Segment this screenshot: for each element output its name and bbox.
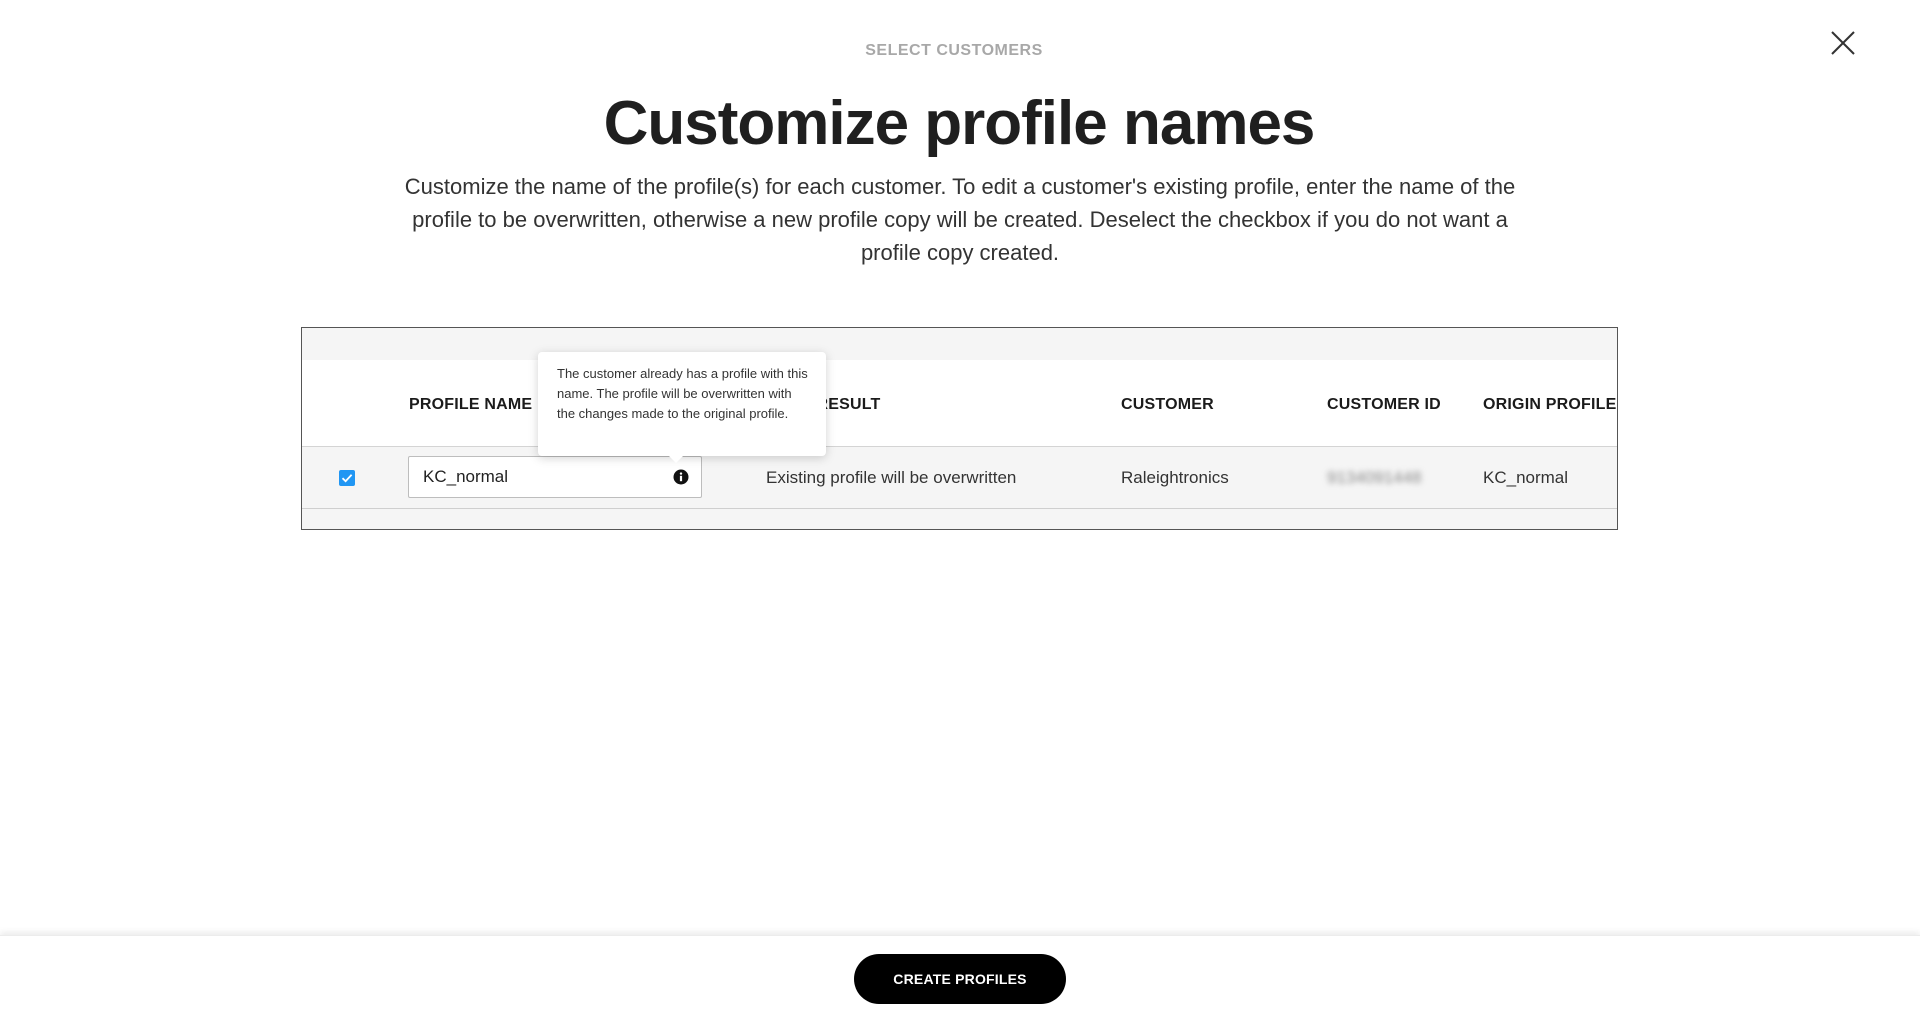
customer-id-cell: 9134091448 — [1327, 468, 1422, 487]
column-header-customer: CUSTOMER — [1121, 396, 1214, 413]
page-title: Customize profile names — [603, 89, 1316, 158]
create-profiles-button[interactable]: CREATE PROFILES — [854, 954, 1066, 1004]
row-select-checkbox[interactable] — [339, 470, 355, 486]
column-header-origin-profile: ORIGIN PROFILE — [1483, 396, 1617, 413]
footer-bar: CREATE PROFILES — [0, 935, 1920, 1021]
column-header-profile-name: PROFILE NAME — [409, 396, 533, 413]
step-label: SELECT CUSTOMERS — [865, 42, 1043, 59]
customize-profile-names-page: SELECT CUSTOMERS Customize profile names… — [0, 0, 1920, 1021]
expected-result-cell: Existing profile will be overwritten — [766, 468, 1017, 487]
profile-name-input[interactable] — [423, 457, 653, 497]
tooltip-arrow — [668, 455, 684, 463]
table-header: PROFILE NAME EXPECTED RESULT CUSTOMER CU… — [302, 360, 1617, 447]
info-icon[interactable] — [673, 469, 689, 485]
profile-name-field — [408, 456, 702, 498]
overwrite-tooltip: The customer already has a profile with … — [538, 352, 826, 456]
column-header-customer-id: CUSTOMER ID — [1327, 396, 1441, 413]
table-row: Existing profile will be overwritten Ral… — [302, 447, 1617, 509]
origin-profile-cell: KC_normal — [1483, 468, 1569, 487]
profiles-table: PROFILE NAME EXPECTED RESULT CUSTOMER CU… — [301, 327, 1618, 530]
customer-cell: Raleightronics — [1121, 468, 1229, 487]
page-description: Customize the name of the profile(s) for… — [404, 174, 1516, 265]
